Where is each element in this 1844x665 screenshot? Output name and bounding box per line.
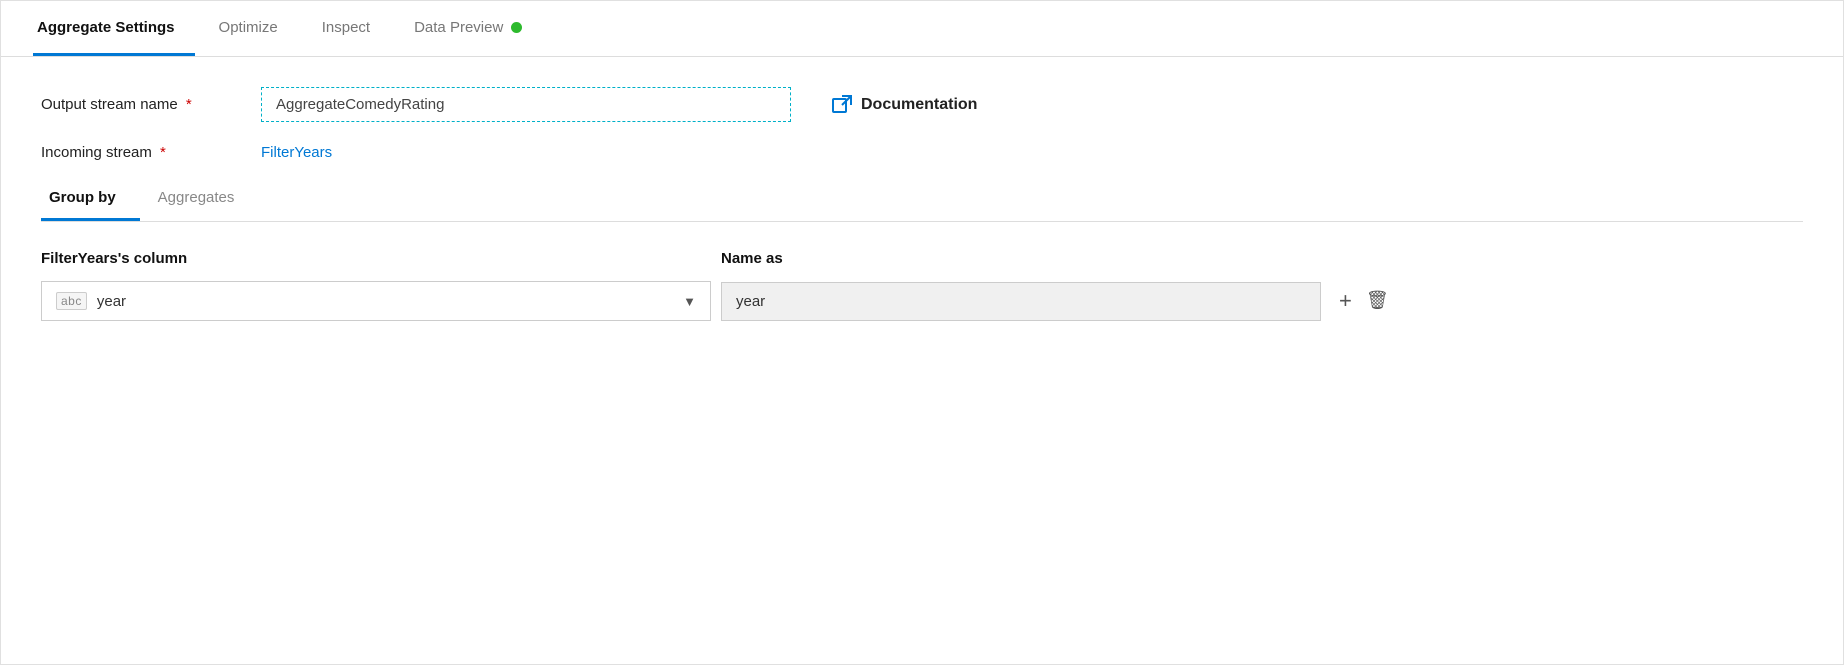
output-stream-input[interactable] [261, 87, 791, 122]
column-dropdown[interactable]: abc year ▼ [41, 281, 711, 321]
tabs-bar: Aggregate Settings Optimize Inspect Data… [1, 1, 1843, 57]
required-star: * [186, 96, 192, 113]
trash-icon [1366, 290, 1389, 311]
col-header-filter-years: FilterYears's column [41, 250, 721, 267]
tab-aggregate-settings[interactable]: Aggregate Settings [33, 1, 195, 56]
content-area: Output stream name * Documentation Incom… [1, 57, 1843, 664]
output-stream-row: Output stream name * Documentation [41, 87, 1803, 122]
output-stream-label: Output stream name * [41, 96, 261, 113]
type-badge: abc [56, 292, 87, 310]
action-buttons: + [1339, 290, 1389, 312]
tab-inspect[interactable]: Inspect [318, 1, 390, 56]
name-as-input[interactable] [721, 282, 1321, 321]
data-preview-indicator [511, 22, 522, 33]
column-headers: FilterYears's column Name as [41, 250, 1803, 267]
add-row-button[interactable]: + [1339, 290, 1352, 312]
documentation-link[interactable]: Documentation [831, 94, 977, 116]
tab-data-preview[interactable]: Data Preview [410, 1, 542, 56]
documentation-label: Documentation [861, 96, 977, 114]
column-value: year [97, 293, 126, 310]
chevron-down-icon: ▼ [683, 294, 696, 309]
subtab-group-by[interactable]: Group by [41, 183, 140, 221]
subtabs-bar: Group by Aggregates [41, 183, 1803, 222]
groupby-content: FilterYears's column Name as abc year ▼ [41, 222, 1803, 321]
incoming-stream-link[interactable]: FilterYears [261, 144, 332, 161]
incoming-stream-label: Incoming stream * [41, 144, 261, 161]
subtab-aggregates[interactable]: Aggregates [150, 183, 259, 221]
delete-row-button[interactable] [1366, 290, 1389, 312]
incoming-required-star: * [160, 144, 166, 161]
groupby-row: abc year ▼ + [41, 281, 1803, 321]
tab-optimize[interactable]: Optimize [215, 1, 298, 56]
incoming-stream-row: Incoming stream * FilterYears [41, 144, 1803, 161]
external-link-icon [831, 94, 853, 116]
col-header-name-as: Name as [721, 250, 1321, 267]
